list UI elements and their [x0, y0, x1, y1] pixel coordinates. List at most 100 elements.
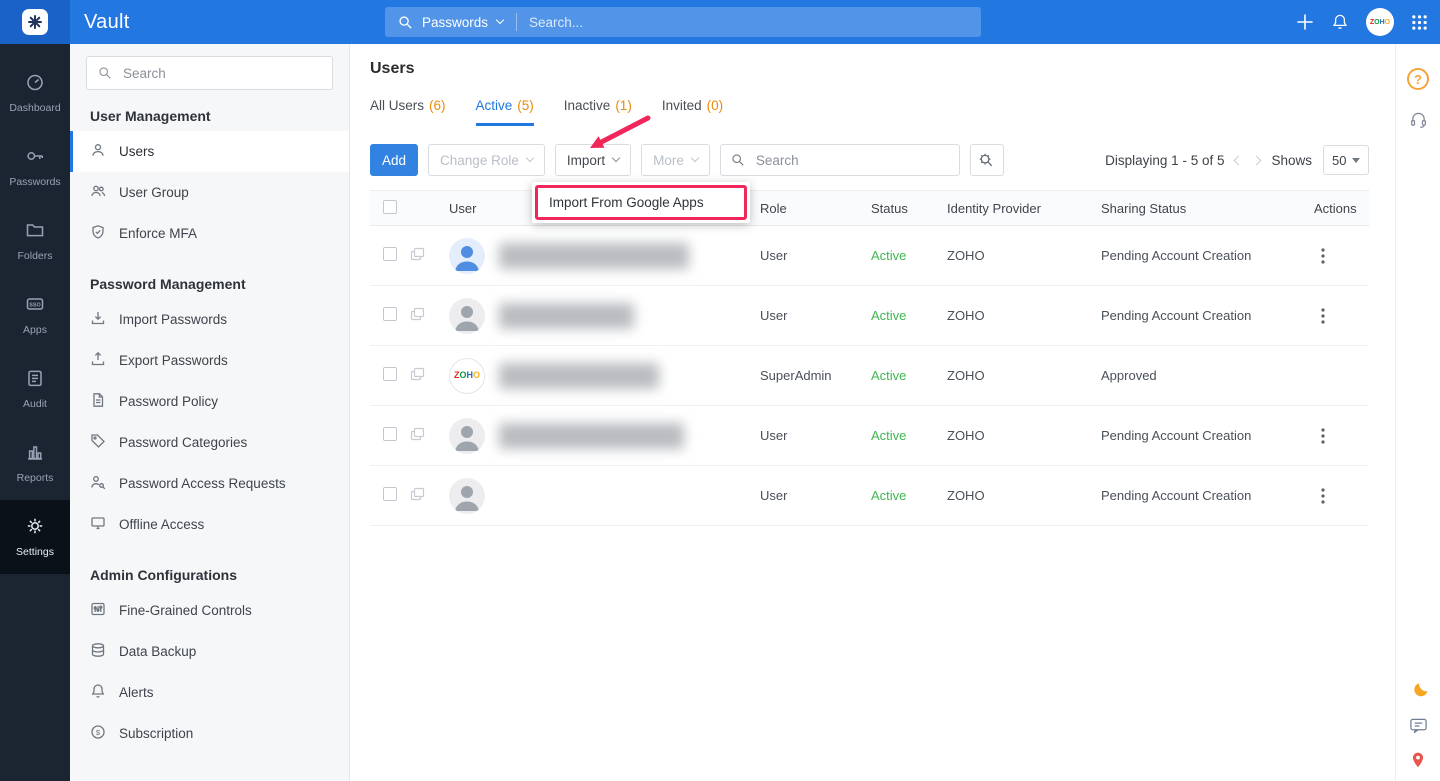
sidebar-item-dashboard[interactable]: Dashboard: [0, 56, 70, 130]
avatar: [449, 478, 485, 514]
tab-inactive[interactable]: Inactive(1): [564, 98, 632, 126]
column-role: Role: [757, 201, 868, 216]
sharing-status-cell: Pending Account Creation: [1098, 428, 1311, 443]
user-name-redacted: [499, 243, 689, 269]
advanced-search-button[interactable]: [970, 144, 1004, 176]
tab-invited[interactable]: Invited(0): [662, 98, 723, 126]
settings-item-alerts[interactable]: Alerts: [70, 672, 349, 713]
users-toolbar: Add Change Role Import More: [370, 144, 1395, 176]
global-search-input[interactable]: [517, 15, 981, 30]
identity-provider-cell: ZOHO: [944, 248, 1098, 263]
help-icon[interactable]: ?: [1407, 68, 1429, 90]
settings-search[interactable]: [86, 56, 333, 90]
notifications-bell-icon[interactable]: [1331, 13, 1349, 31]
add-new-icon[interactable]: [1296, 13, 1314, 31]
sidebar-item-apps[interactable]: SSO Apps: [0, 278, 70, 352]
settings-item-password-categories[interactable]: Password Categories: [70, 422, 349, 463]
settings-item-import-passwords[interactable]: Import Passwords: [70, 299, 349, 340]
support-headset-icon[interactable]: [1409, 110, 1428, 129]
settings-search-input[interactable]: [121, 65, 321, 82]
page-title: Users: [370, 44, 1395, 78]
tab-active[interactable]: Active(5): [476, 98, 534, 126]
row-actions-kebab-icon[interactable]: [1311, 428, 1325, 444]
currency-circle-icon: $: [90, 724, 106, 743]
import-button[interactable]: Import: [555, 144, 631, 176]
settings-item-subscription[interactable]: $ Subscription: [70, 713, 349, 754]
users-search[interactable]: [720, 144, 960, 176]
row-checkbox[interactable]: [383, 307, 397, 321]
folder-icon: [25, 220, 45, 243]
tag-icon: [90, 433, 106, 452]
settings-item-offline-access[interactable]: Offline Access: [70, 504, 349, 545]
sidebar-item-passwords[interactable]: Passwords: [0, 130, 70, 204]
gear-icon: [25, 516, 45, 539]
row-checkbox[interactable]: [383, 367, 397, 381]
user-icon: [90, 142, 106, 161]
settings-item-enforce-mfa[interactable]: Enforce MFA: [70, 213, 349, 254]
settings-sidebar: User Management Users User Group Enforce…: [70, 44, 350, 781]
policy-document-icon: [90, 392, 106, 411]
apps-grid-icon[interactable]: [1411, 14, 1428, 31]
export-icon: [90, 351, 106, 370]
topbar-actions: ZOHO: [1296, 0, 1432, 44]
dark-mode-moon-icon[interactable]: [1409, 681, 1428, 700]
role-cell: User: [757, 308, 868, 323]
sidebar-item-settings[interactable]: Settings: [0, 500, 70, 574]
sliders-icon: [90, 601, 106, 620]
search-scope-dropdown[interactable]: Passwords: [385, 7, 516, 37]
vault-home-button[interactable]: [0, 0, 70, 44]
feedback-chat-icon[interactable]: [1409, 716, 1428, 735]
sites-icon: [410, 487, 446, 505]
add-user-button[interactable]: Add: [370, 144, 418, 176]
settings-item-data-backup[interactable]: Data Backup: [70, 631, 349, 672]
sso-apps-icon: SSO: [25, 294, 45, 317]
users-search-input[interactable]: [754, 152, 949, 169]
sidebar-item-folders[interactable]: Folders: [0, 204, 70, 278]
more-button[interactable]: More: [641, 144, 710, 176]
sidebar-item-reports[interactable]: Reports: [0, 426, 70, 500]
person-key-icon: [90, 474, 106, 493]
user-tabs: All Users(6) Active(5) Inactive(1) Invit…: [370, 98, 1395, 126]
table-row: ZOHO SuperAdmin Active ZOHO Approved: [370, 346, 1369, 406]
settings-item-password-access-requests[interactable]: Password Access Requests: [70, 463, 349, 504]
row-checkbox[interactable]: [383, 487, 397, 501]
dashboard-icon: [25, 72, 45, 95]
status-badge: Active: [868, 488, 944, 503]
row-actions-kebab-icon[interactable]: [1311, 248, 1325, 264]
zoho-vault-app: Vault Passwords ZOHO: [0, 0, 1440, 781]
tab-all-users[interactable]: All Users(6): [370, 98, 446, 126]
sidebar-item-audit[interactable]: Audit: [0, 352, 70, 426]
select-all-checkbox[interactable]: [383, 200, 397, 214]
next-page-icon[interactable]: [1252, 155, 1262, 165]
settings-item-password-policy[interactable]: Password Policy: [70, 381, 349, 422]
previous-page-icon[interactable]: [1234, 155, 1244, 165]
menu-item-import-from-google-apps[interactable]: Import From Google Apps: [535, 185, 747, 220]
table-header: User Role Status Identity Provider Shari…: [370, 190, 1369, 226]
topbar: Vault Passwords ZOHO: [0, 0, 1440, 44]
sites-icon: [410, 247, 446, 265]
vault-logo-icon: [22, 9, 48, 35]
column-status: Status: [868, 201, 944, 216]
settings-item-user-group[interactable]: User Group: [70, 172, 349, 213]
row-actions-kebab-icon[interactable]: [1311, 488, 1325, 504]
location-pin-icon[interactable]: [1409, 751, 1427, 769]
user-name-redacted: [499, 423, 684, 449]
settings-item-users[interactable]: Users: [70, 131, 349, 172]
settings-item-fine-grained-controls[interactable]: Fine-Grained Controls: [70, 590, 349, 631]
column-identity-provider: Identity Provider: [944, 201, 1098, 216]
page-size-dropdown[interactable]: 50: [1323, 145, 1369, 175]
status-badge: Active: [868, 368, 944, 383]
settings-item-export-passwords[interactable]: Export Passwords: [70, 340, 349, 381]
column-sharing-status: Sharing Status: [1098, 201, 1311, 216]
row-checkbox[interactable]: [383, 247, 397, 261]
change-role-button[interactable]: Change Role: [428, 144, 545, 176]
row-checkbox[interactable]: [383, 427, 397, 441]
sites-icon: [410, 367, 446, 385]
table-row: User Active ZOHO Pending Account Creatio…: [370, 466, 1369, 526]
sharing-status-cell: Pending Account Creation: [1098, 248, 1311, 263]
table-row: User Active ZOHO Pending Account Creatio…: [370, 406, 1369, 466]
avatar: [449, 418, 485, 454]
main-content: Users All Users(6) Active(5) Inactive(1)…: [350, 44, 1395, 781]
user-avatar[interactable]: ZOHO: [1366, 8, 1394, 36]
row-actions-kebab-icon[interactable]: [1311, 308, 1325, 324]
